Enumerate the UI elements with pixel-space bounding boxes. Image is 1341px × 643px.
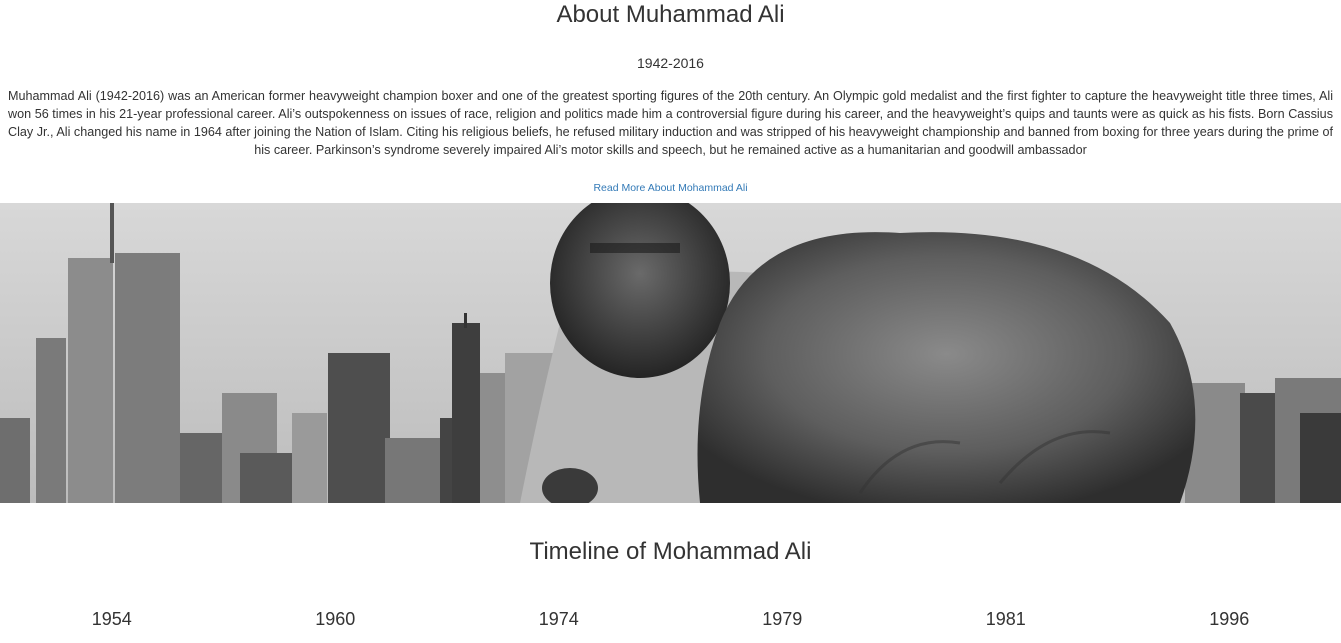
page: About Muhammad Ali 1942-2016 Muhammad Al… — [0, 0, 1341, 643]
timeline-year-1954[interactable]: 1954 — [0, 607, 224, 631]
timeline-year-1979[interactable]: 1979 — [671, 607, 895, 631]
timeline-years: 1954 1960 1974 1979 1981 1996 — [0, 607, 1341, 631]
read-more-link[interactable]: Read More About Mohammad Ali — [593, 182, 747, 194]
banner-image — [0, 203, 1341, 503]
timeline-year-1981[interactable]: 1981 — [894, 607, 1118, 631]
page-title: About Muhammad Ali — [556, 1, 785, 28]
timeline-title: Timeline of Mohammad Ali — [529, 538, 812, 565]
banner-photo — [0, 203, 1341, 503]
timeline-year-1974[interactable]: 1974 — [447, 607, 671, 631]
life-dates: 1942-2016 — [637, 55, 704, 71]
timeline-year-1996[interactable]: 1996 — [1118, 607, 1341, 631]
timeline-year-1960[interactable]: 1960 — [224, 607, 448, 631]
biography-text: Muhammad Ali (1942-2016) was an American… — [8, 89, 1333, 157]
read-more-container: Read More About Mohammad Ali — [0, 181, 1341, 195]
